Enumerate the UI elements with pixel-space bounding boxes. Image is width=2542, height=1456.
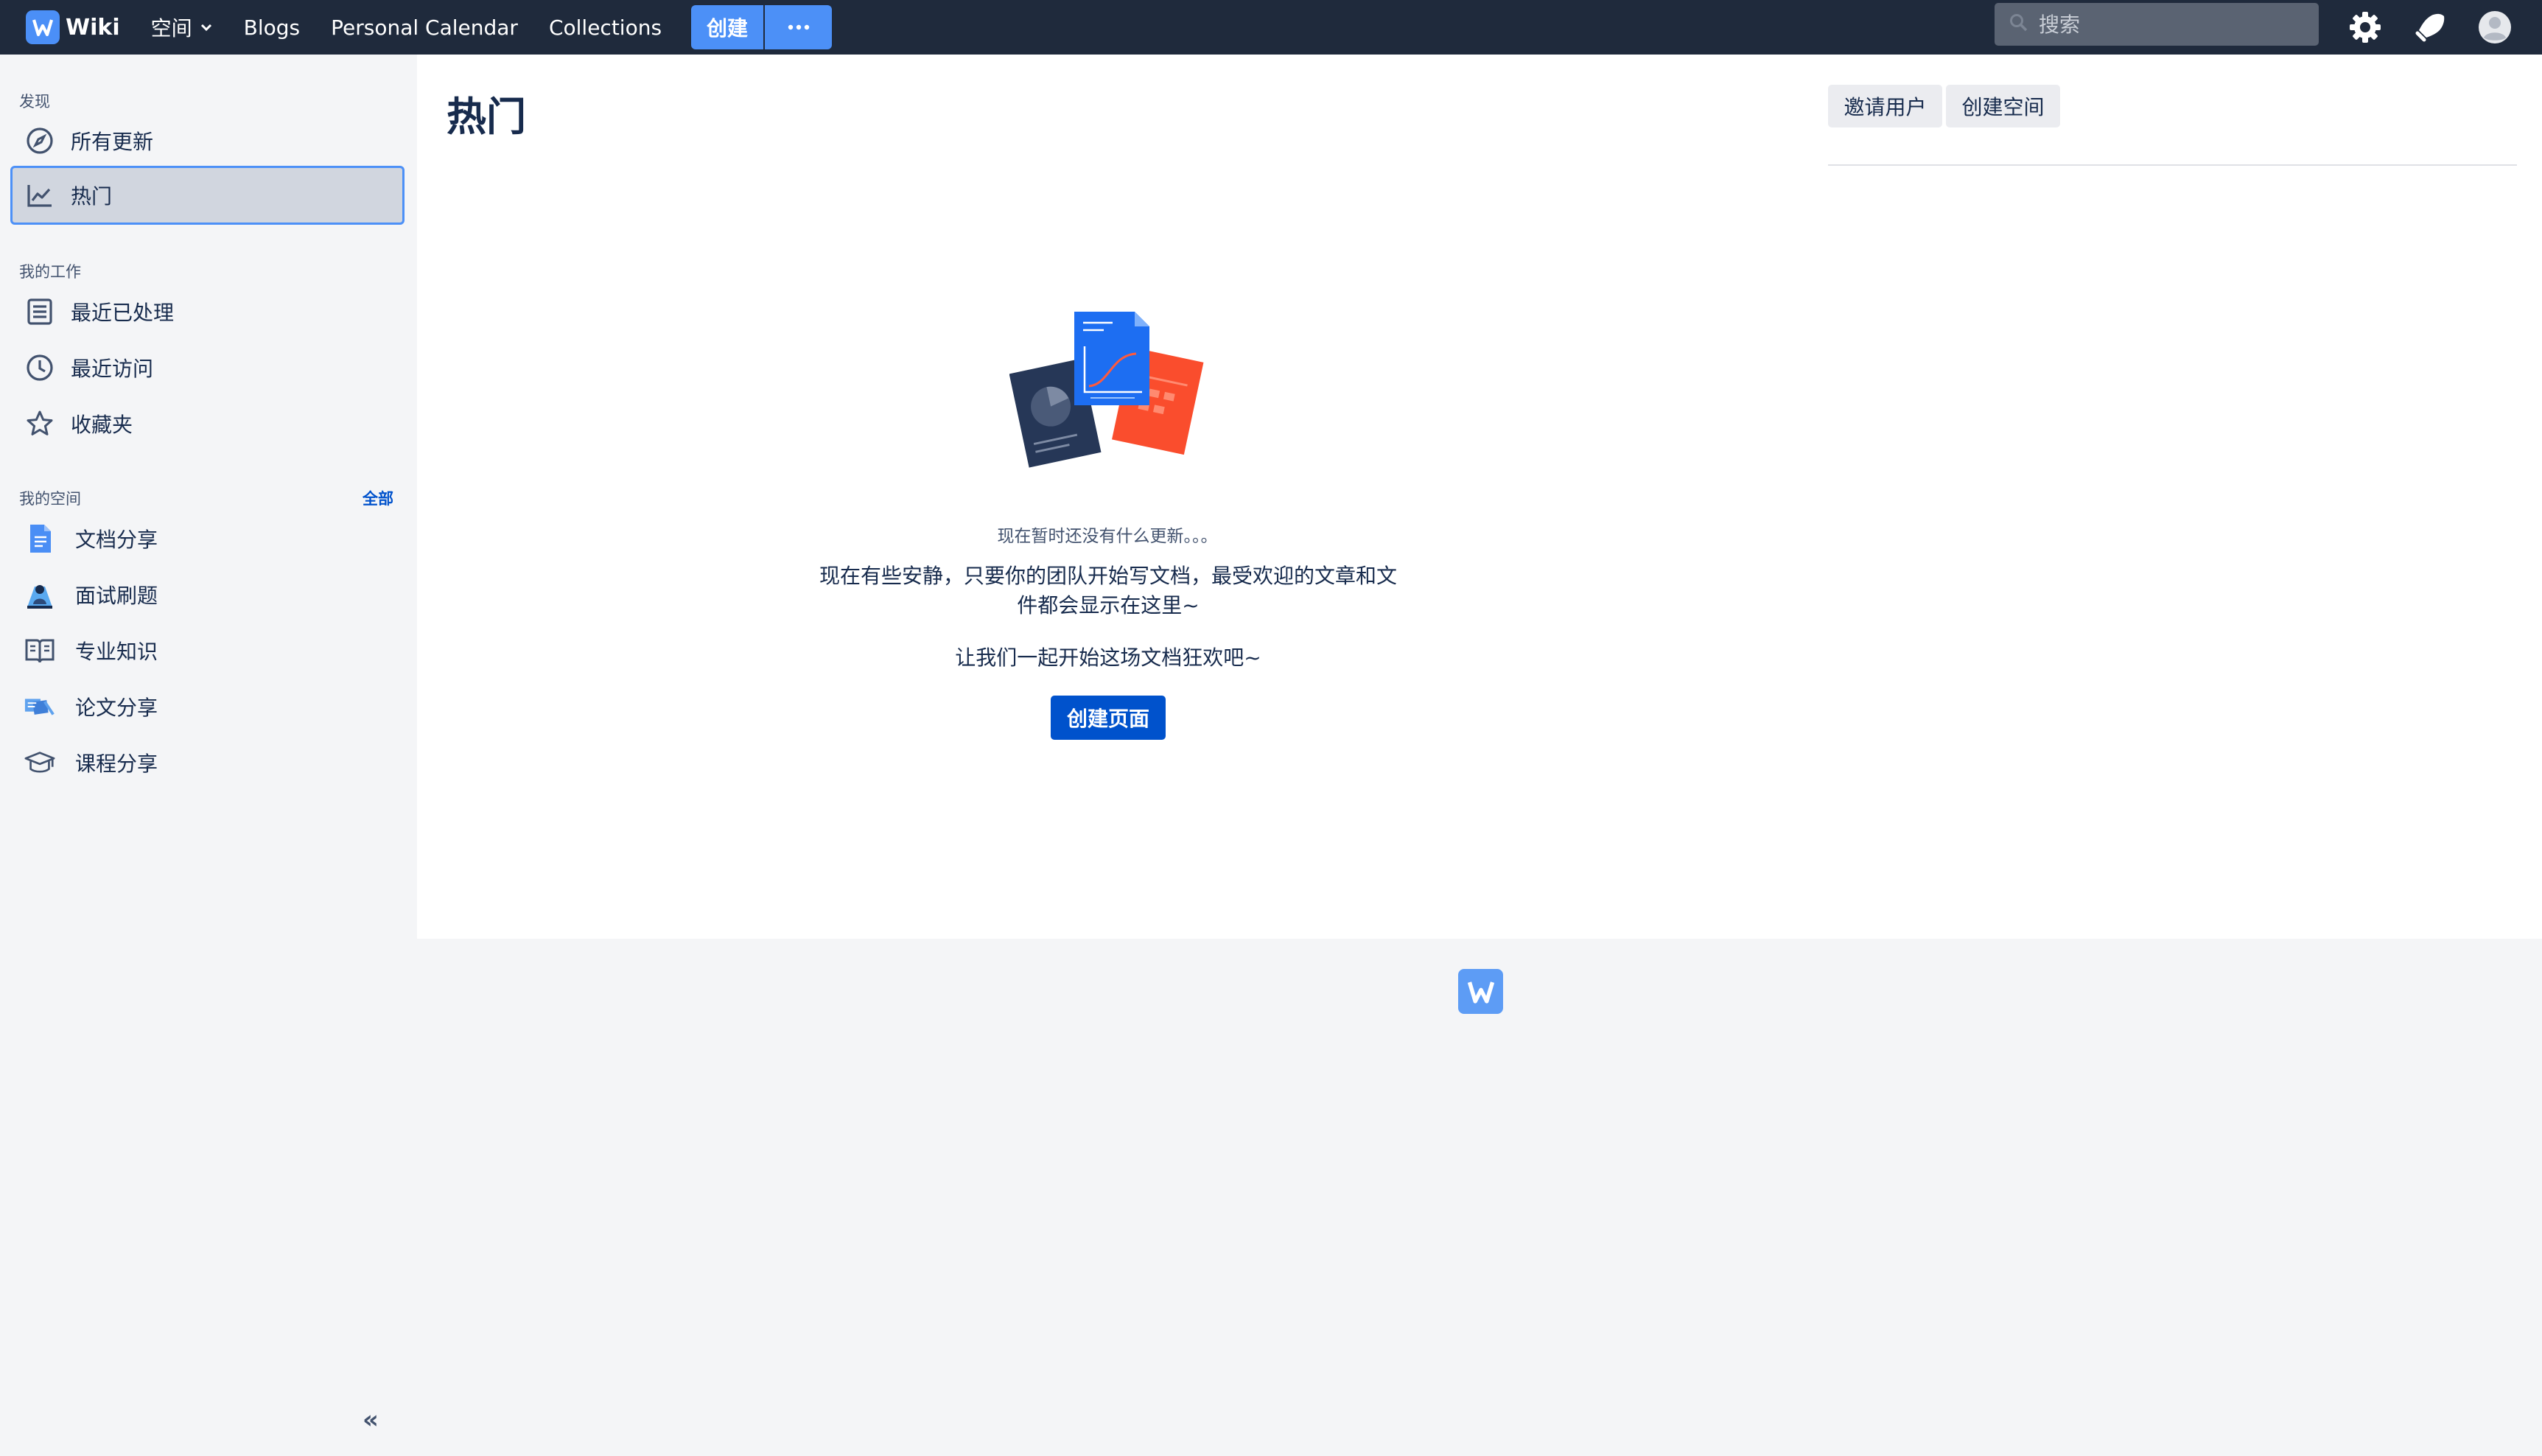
- empty-state-subtitle: 现在暂时还没有什么更新。。。: [997, 527, 1218, 546]
- empty-state-illustration: [1009, 309, 1208, 482]
- create-button-group: 创建: [691, 5, 833, 49]
- search-icon: [2009, 13, 2028, 35]
- notifications-icon[interactable]: [2411, 8, 2449, 46]
- my-spaces-heading: 我的空间: [19, 490, 81, 508]
- open-book-icon: [24, 634, 56, 667]
- personal-calendar-link[interactable]: Personal Calendar: [331, 15, 518, 40]
- user-avatar[interactable]: [2476, 8, 2514, 46]
- sidebar-item-recently-visited[interactable]: 最近访问: [10, 338, 405, 397]
- chevron-down-icon: [200, 23, 213, 32]
- search-input[interactable]: [2039, 12, 2311, 37]
- trending-chart-icon: [24, 179, 56, 211]
- all-spaces-link[interactable]: 全部: [363, 487, 393, 509]
- app-name: Wiki: [66, 14, 120, 41]
- collapse-sidebar-button[interactable]: «: [363, 1405, 379, 1435]
- settings-gear-icon[interactable]: [2346, 8, 2384, 46]
- sidebar-item-label: 课程分享: [75, 752, 158, 776]
- sidebar-item-favorites[interactable]: 收藏夹: [10, 394, 405, 453]
- sidebar-item-all-updates[interactable]: 所有更新: [10, 111, 405, 170]
- sidebar-item-label: 面试刷题: [75, 584, 158, 608]
- clock-icon: [24, 351, 56, 384]
- search-box[interactable]: [1995, 3, 2319, 46]
- collections-link[interactable]: Collections: [549, 15, 662, 40]
- blogs-link[interactable]: Blogs: [244, 15, 300, 40]
- discover-heading: 发现: [19, 93, 50, 111]
- star-icon: [24, 407, 56, 440]
- sidebar-item-label: 所有更新: [71, 130, 154, 154]
- person-board-icon: [24, 578, 56, 611]
- sidebar-space-interview-practice[interactable]: 面试刷题: [10, 565, 405, 624]
- invite-users-button[interactable]: 邀请用户: [1828, 85, 1942, 127]
- sidebar-space-course-sharing[interactable]: 课程分享: [10, 733, 405, 792]
- footer-wiki-logo-icon: [1458, 969, 1503, 1014]
- my-work-heading: 我的工作: [19, 263, 81, 281]
- sidebar-space-paper-sharing[interactable]: 论文分享: [10, 677, 405, 736]
- spaces-menu[interactable]: 空间: [151, 13, 213, 42]
- sidebar-space-professional-knowledge[interactable]: 专业知识: [10, 621, 405, 680]
- more-dots-icon: [788, 24, 809, 30]
- empty-state-message-line2: 件都会显示在这里~: [1017, 593, 1200, 617]
- sidebar: 发现 所有更新 热门 我的工作 最近已处理 最近访问 收藏夹 我的空间 全部 文…: [0, 55, 416, 1456]
- sidebar-item-label: 热门: [71, 184, 113, 209]
- sidebar-item-label: 最近访问: [71, 357, 154, 381]
- create-button[interactable]: 创建: [691, 5, 764, 49]
- create-space-button[interactable]: 创建空间: [1946, 85, 2060, 127]
- spaces-menu-label: 空间: [150, 16, 192, 41]
- main-content: 热门 邀请用户 创建空间: [417, 55, 2542, 939]
- create-page-button[interactable]: 创建页面: [1051, 696, 1166, 740]
- sidebar-item-label: 论文分享: [75, 696, 158, 720]
- app-logo[interactable]: Wiki: [26, 10, 120, 44]
- sidebar-item-label: 收藏夹: [71, 413, 133, 437]
- sidebar-item-label: 专业知识: [75, 640, 158, 664]
- sidebar-item-popular[interactable]: 热门: [10, 166, 405, 225]
- top-navigation-bar: Wiki 空间 Blogs Personal Calendar Collecti…: [0, 0, 2542, 55]
- graduation-cap-icon: [24, 746, 56, 779]
- more-create-options-button[interactable]: [765, 5, 833, 49]
- page-title: 热门: [447, 94, 526, 140]
- empty-state-message-line1: 现在有些安静，只要你的团队开始写文档，最受欢迎的文章和文: [819, 564, 1397, 588]
- list-document-icon: [24, 295, 56, 328]
- wiki-logo-icon: [26, 10, 60, 44]
- empty-state-call-to-action: 让我们一起开始这场文档狂欢吧~: [955, 645, 1261, 670]
- compass-icon: [24, 125, 56, 157]
- sidebar-item-recently-worked[interactable]: 最近已处理: [10, 282, 405, 341]
- divider: [1828, 164, 2517, 166]
- sidebar-item-label: 最近已处理: [71, 301, 175, 325]
- papers-icon: [24, 690, 56, 723]
